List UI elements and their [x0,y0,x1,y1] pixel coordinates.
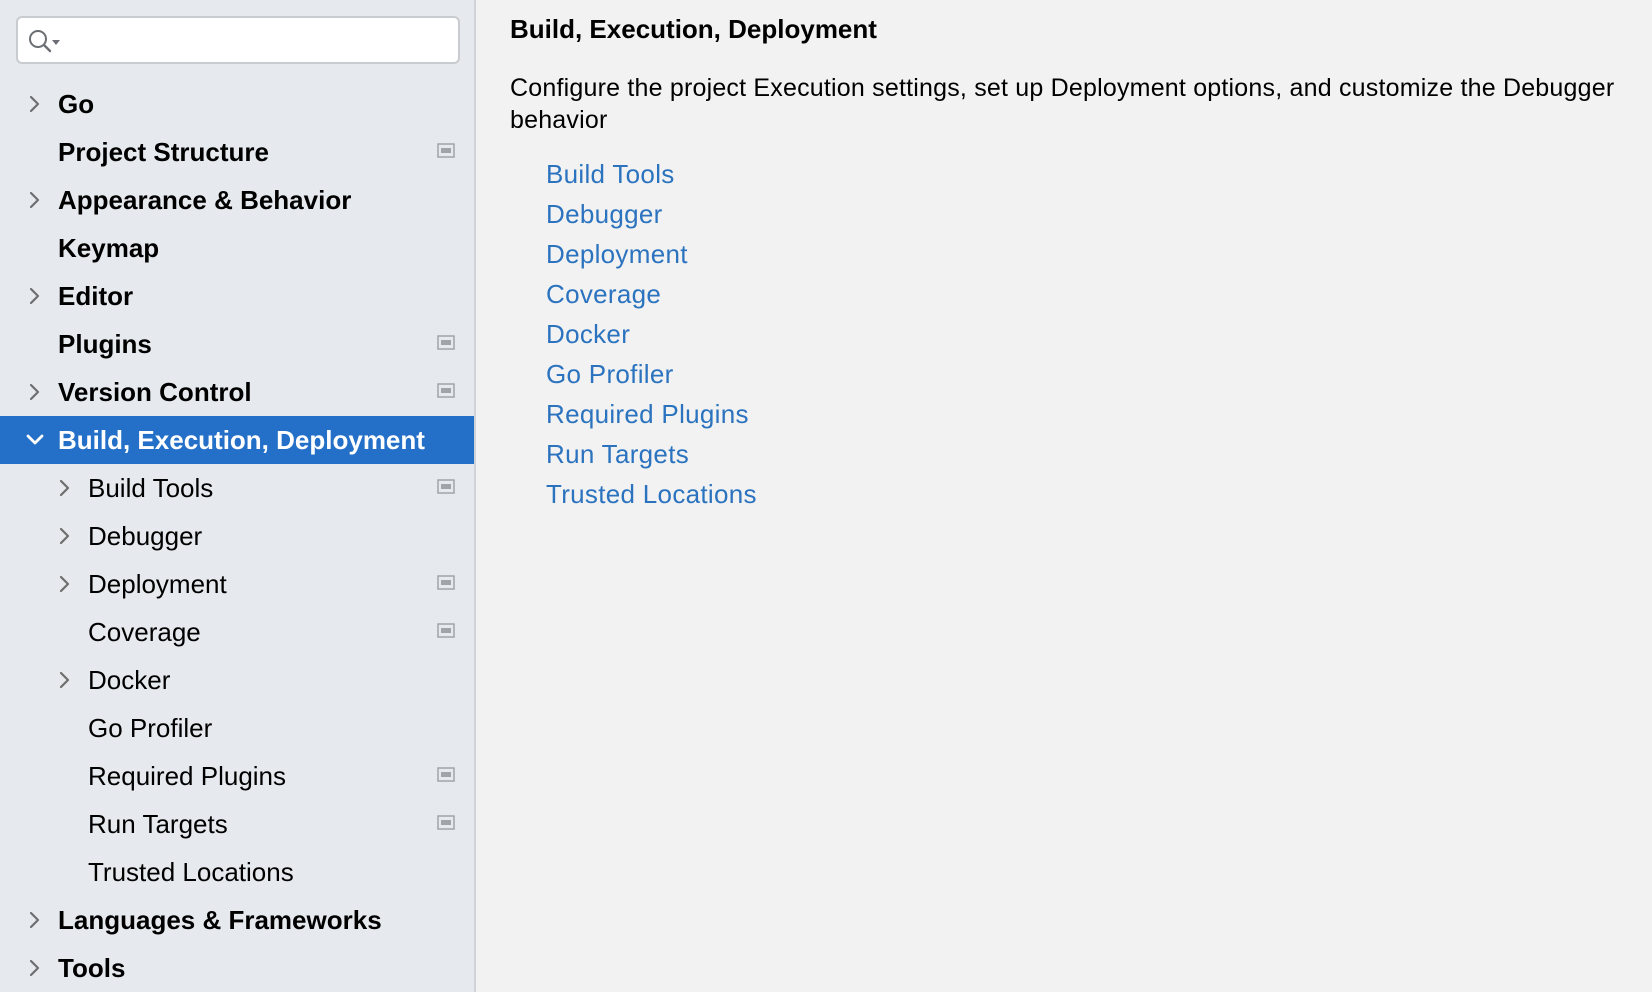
sidebar-item-docker[interactable]: Docker [0,656,474,704]
sidebar-item-editor[interactable]: Editor [0,272,474,320]
settings-window: GoProject StructureAppearance & Behavior… [0,0,1652,992]
sidebar-item-label: Keymap [58,224,159,272]
link-go-profiler[interactable]: Go Profiler [546,354,757,394]
link-build-tools[interactable]: Build Tools [546,154,757,194]
sidebar-item-label: Languages & Frameworks [58,896,382,944]
project-settings-icon [437,815,455,831]
chevron-right-icon[interactable] [25,382,45,402]
sidebar-item-label: Coverage [88,608,201,656]
sidebar-item-label: Editor [58,272,133,320]
search-icon[interactable] [28,28,64,54]
subpage-links: Build ToolsDebuggerDeploymentCoverageDoc… [546,154,757,514]
sidebar-item-deployment[interactable]: Deployment [0,560,474,608]
project-settings-icon [437,335,455,351]
link-run-targets[interactable]: Run Targets [546,434,757,474]
sidebar-item-version-control[interactable]: Version Control [0,368,474,416]
sidebar-item-label: Run Targets [88,800,228,848]
sidebar-item-trusted-locations[interactable]: Trusted Locations [0,848,474,896]
sidebar-item-tools[interactable]: Tools [0,944,474,992]
main-panel: Build, Execution, Deployment Configure t… [478,0,1652,992]
settings-sidebar: GoProject StructureAppearance & Behavior… [0,0,476,992]
sidebar-item-build-execution-deployment[interactable]: Build, Execution, Deployment [0,416,474,464]
link-deployment[interactable]: Deployment [546,234,757,274]
sidebar-item-plugins[interactable]: Plugins [0,320,474,368]
link-required-plugins[interactable]: Required Plugins [546,394,757,434]
sidebar-item-label: Build Tools [88,464,213,512]
sidebar-item-build-tools[interactable]: Build Tools [0,464,474,512]
search-input[interactable] [72,24,446,58]
sidebar-item-label: Tools [58,944,125,992]
chevron-down-icon[interactable] [25,430,45,450]
sidebar-item-label: Go Profiler [88,704,212,752]
link-trusted-locations[interactable]: Trusted Locations [546,474,757,514]
chevron-right-icon[interactable] [25,958,45,978]
project-settings-icon [437,479,455,495]
sidebar-item-label: Trusted Locations [88,848,294,896]
page-description: Configure the project Execution settings… [510,72,1645,136]
sidebar-item-coverage[interactable]: Coverage [0,608,474,656]
chevron-right-icon[interactable] [25,94,45,114]
sidebar-item-required-plugins[interactable]: Required Plugins [0,752,474,800]
link-debugger[interactable]: Debugger [546,194,757,234]
sidebar-item-label: Deployment [88,560,227,608]
sidebar-item-label: Debugger [88,512,202,560]
settings-tree: GoProject StructureAppearance & Behavior… [0,80,474,992]
sidebar-item-label: Version Control [58,368,252,416]
sidebar-item-go[interactable]: Go [0,80,474,128]
project-settings-icon [437,383,455,399]
link-coverage[interactable]: Coverage [546,274,757,314]
link-docker[interactable]: Docker [546,314,757,354]
sidebar-item-project-structure[interactable]: Project Structure [0,128,474,176]
chevron-right-icon[interactable] [25,286,45,306]
project-settings-icon [437,143,455,159]
project-settings-icon [437,623,455,639]
sidebar-item-label: Required Plugins [88,752,286,800]
chevron-right-icon[interactable] [55,670,75,690]
sidebar-item-appearance-and-behavior[interactable]: Appearance & Behavior [0,176,474,224]
sidebar-item-debugger[interactable]: Debugger [0,512,474,560]
sidebar-item-go-profiler[interactable]: Go Profiler [0,704,474,752]
chevron-right-icon[interactable] [25,190,45,210]
chevron-right-icon[interactable] [55,478,75,498]
sidebar-item-label: Plugins [58,320,152,368]
sidebar-item-label: Docker [88,656,170,704]
sidebar-item-languages-and-frameworks[interactable]: Languages & Frameworks [0,896,474,944]
chevron-right-icon[interactable] [25,910,45,930]
sidebar-item-run-targets[interactable]: Run Targets [0,800,474,848]
sidebar-item-label: Appearance & Behavior [58,176,351,224]
search-field[interactable] [16,16,460,64]
chevron-right-icon[interactable] [55,574,75,594]
sidebar-item-label: Project Structure [58,128,269,176]
project-settings-icon [437,575,455,591]
page-title: Build, Execution, Deployment [510,10,877,48]
sidebar-item-label: Go [58,80,94,128]
chevron-right-icon[interactable] [55,526,75,546]
project-settings-icon [437,767,455,783]
sidebar-item-keymap[interactable]: Keymap [0,224,474,272]
sidebar-item-label: Build, Execution, Deployment [58,416,425,464]
